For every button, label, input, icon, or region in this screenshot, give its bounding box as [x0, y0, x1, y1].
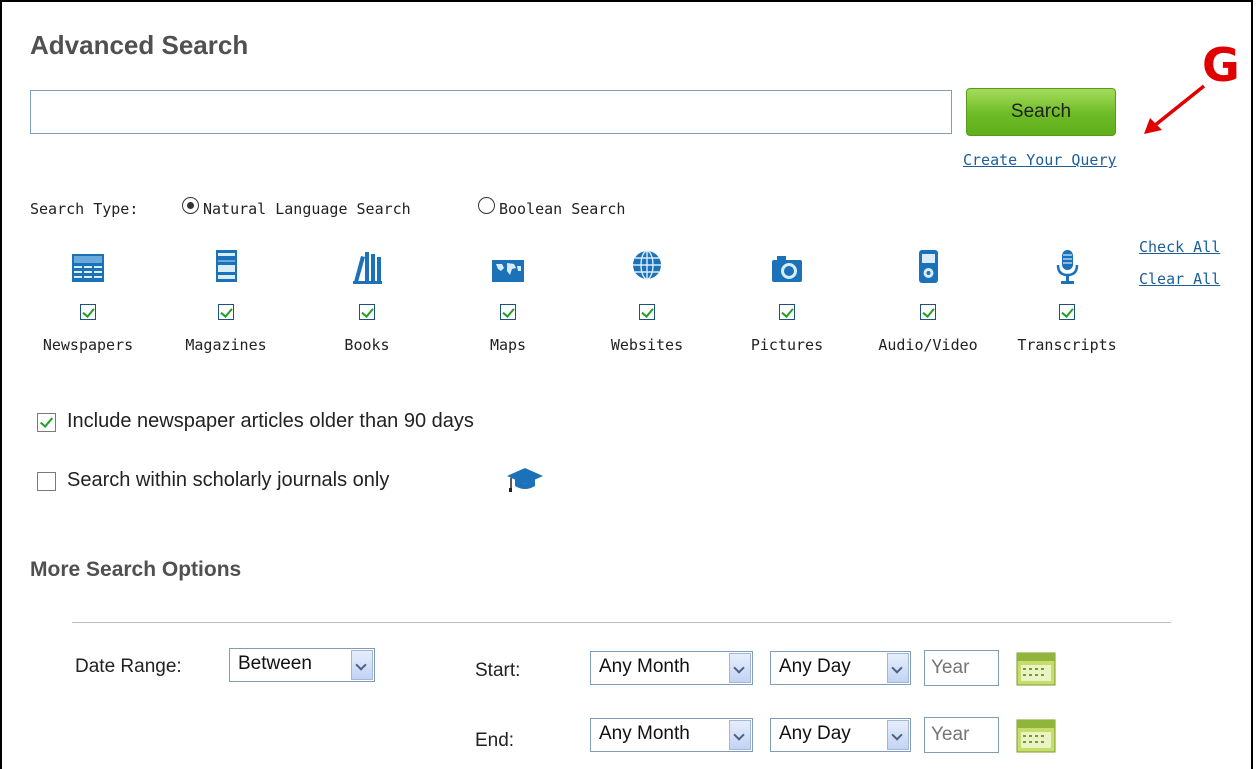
books-checkbox[interactable]: [359, 304, 375, 320]
maps-label: Maps: [489, 336, 527, 354]
chevron-down-icon: [351, 650, 373, 680]
transcripts-checkbox[interactable]: [1059, 304, 1075, 320]
magazines-checkbox[interactable]: [218, 304, 234, 320]
chevron-down-icon: [887, 720, 909, 750]
date-range-select[interactable]: Between: [229, 648, 375, 682]
newspaper-icon: [72, 254, 104, 282]
date-range-label: Date Range:: [75, 656, 182, 677]
magazines-label: Magazines: [185, 336, 267, 354]
content-type-magazines: Magazines: [166, 248, 286, 354]
audio-video-label: Audio/Video: [878, 336, 978, 354]
older-newspapers-checkbox[interactable]: [37, 413, 56, 432]
chevron-down-icon: [729, 653, 751, 683]
content-type-transcripts: Transcripts: [1007, 248, 1127, 354]
search-input[interactable]: [30, 90, 952, 134]
date-range-value: Between: [238, 653, 312, 674]
maps-checkbox[interactable]: [500, 304, 516, 320]
scholarly-label: Search within scholarly journals only: [67, 469, 390, 491]
content-type-audio-video: Audio/Video: [868, 248, 988, 354]
more-options-title: More Search Options: [30, 558, 242, 581]
scholarly-checkbox[interactable]: [37, 472, 56, 491]
media-player-icon: [919, 250, 938, 283]
end-month-value: Any Month: [599, 723, 690, 744]
end-label: End:: [475, 730, 515, 751]
create-query-link[interactable]: Create Your Query: [963, 151, 1117, 169]
end-year-input[interactable]: [924, 717, 999, 753]
older-newspapers-label: Include newspaper articles older than 90…: [67, 410, 474, 432]
radio-natural-language-label: Natural Language Search: [203, 200, 411, 218]
page-title: Advanced Search: [30, 30, 249, 60]
radio-boolean[interactable]: [478, 197, 495, 214]
chevron-down-icon: [887, 653, 909, 683]
websites-label: Websites: [610, 336, 684, 354]
pictures-checkbox[interactable]: [779, 304, 795, 320]
start-year-input[interactable]: [924, 650, 999, 686]
websites-checkbox[interactable]: [639, 304, 655, 320]
content-type-maps: Maps: [448, 248, 568, 354]
transcripts-label: Transcripts: [1017, 336, 1117, 354]
graduation-cap-icon: [507, 468, 543, 492]
calendar-icon[interactable]: [1016, 719, 1056, 753]
content-type-pictures: Pictures: [727, 248, 847, 354]
microphone-icon: [1056, 250, 1079, 284]
end-day-value: Any Day: [779, 723, 851, 744]
start-day-select[interactable]: Any Day: [770, 651, 911, 685]
content-type-websites: Websites: [587, 248, 707, 354]
newspapers-label: Newspapers: [42, 336, 134, 354]
divider: [72, 622, 1171, 623]
books-label: Books: [344, 336, 390, 354]
search-button[interactable]: Search: [966, 88, 1116, 136]
newspapers-checkbox[interactable]: [80, 304, 96, 320]
calendar-icon[interactable]: [1016, 652, 1056, 686]
globe-icon: [633, 250, 661, 280]
end-day-select[interactable]: Any Day: [770, 718, 911, 752]
search-type-label: Search Type:: [30, 200, 139, 218]
chevron-down-icon: [729, 720, 751, 750]
radio-natural-language[interactable]: [182, 197, 199, 214]
start-month-select[interactable]: Any Month: [590, 651, 753, 685]
audio-video-checkbox[interactable]: [920, 304, 936, 320]
end-month-select[interactable]: Any Month: [590, 718, 753, 752]
clear-all-link[interactable]: Clear All: [1139, 270, 1220, 288]
content-type-newspapers: Newspapers: [28, 248, 148, 354]
annotation-arrow-icon: [1144, 84, 1206, 134]
books-icon: [353, 252, 382, 284]
start-label: Start:: [475, 660, 521, 681]
content-type-books: Books: [307, 248, 427, 354]
start-month-value: Any Month: [599, 656, 690, 677]
start-day-value: Any Day: [779, 656, 851, 677]
camera-icon: [772, 256, 802, 282]
pictures-label: Pictures: [750, 336, 824, 354]
check-all-link[interactable]: Check All: [1139, 238, 1220, 256]
magazine-icon: [216, 250, 237, 282]
radio-boolean-label: Boolean Search: [499, 200, 626, 218]
map-icon: [492, 260, 524, 282]
